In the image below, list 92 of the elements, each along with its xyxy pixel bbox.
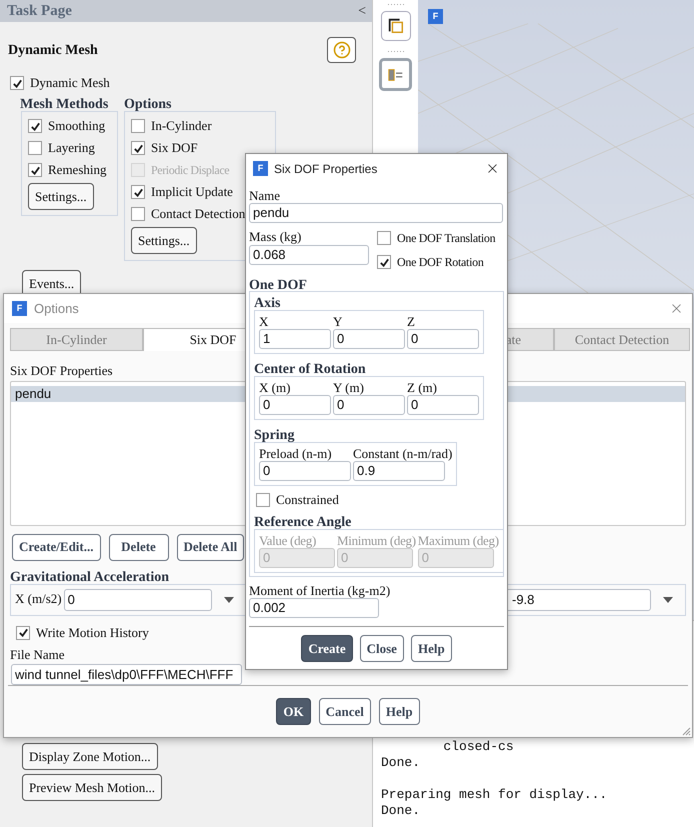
input-field[interactable]: 0 (64, 588, 212, 610)
checkbox[interactable] (28, 163, 42, 177)
dialog-title: Options (34, 300, 79, 318)
app-logo-icon: F (428, 9, 443, 24)
checkbox[interactable] (131, 141, 145, 155)
field-label: Six DOF Properties (10, 362, 113, 380)
section-title: One DOF (249, 277, 308, 291)
field-label: Moment of Inertia (kg-m2) (249, 582, 390, 598)
input-field[interactable]: 0 (333, 395, 405, 415)
panel-title: Task Page (7, 2, 72, 21)
app-logo-icon: F (12, 301, 27, 316)
checkbox-label: Periodic Displace (151, 162, 230, 179)
checkbox-label: Constrained (276, 491, 339, 510)
input-field[interactable]: pendu (249, 203, 503, 223)
checkbox[interactable] (131, 185, 145, 199)
section-title: Reference Angle (254, 514, 352, 529)
field-label: Mass (kg) (249, 228, 302, 245)
button[interactable]: Cancel (318, 698, 371, 725)
console-line: Done. (381, 755, 420, 771)
windows-icon (386, 17, 404, 35)
checkbox-label: Smoothing (48, 117, 106, 136)
button[interactable]: Close (360, 635, 404, 662)
button[interactable]: Help (410, 635, 452, 662)
checkbox-label: Six DOF (151, 139, 198, 158)
button[interactable]: Create/Edit... (12, 534, 100, 560)
input-field[interactable]: 1 (259, 329, 331, 349)
checkbox[interactable] (377, 255, 391, 269)
checkbox[interactable] (131, 119, 145, 133)
checkbox[interactable] (131, 207, 145, 221)
button[interactable]: OK (276, 698, 311, 725)
console-line: closed-cs (442, 739, 514, 755)
input-field[interactable]: 0.002 (249, 598, 379, 618)
checkbox-label: Remeshing (48, 161, 106, 180)
input-field[interactable]: 0.068 (249, 245, 369, 265)
checkbox[interactable] (28, 141, 42, 155)
field-label: Y (333, 313, 342, 329)
section-title: Mesh Methods (20, 96, 110, 111)
button[interactable]: Create (301, 635, 353, 662)
field-label: Preload (n-m) (259, 445, 332, 461)
checkbox[interactable] (256, 493, 270, 507)
section-title: Center of Rotation (254, 361, 367, 376)
console-line: Done. (381, 803, 420, 819)
dropdown-arrow-icon[interactable] (224, 596, 234, 602)
field-label: X (m/s2) (15, 590, 62, 608)
button[interactable]: Display Zone Motion... (22, 743, 158, 770)
field-label: Name (249, 187, 280, 203)
collapse-button[interactable]: < (358, 0, 366, 22)
input-field[interactable]: wind tunnel_files\dp0\FFF\MECH\FFF (11, 664, 242, 685)
field-label: Value (deg) (259, 532, 316, 548)
page-title: Dynamic Mesh (8, 42, 98, 60)
checkbox-label: One DOF Rotation (397, 254, 484, 271)
field-label: X (259, 313, 268, 329)
button[interactable]: Help (378, 698, 420, 725)
dialog-title: Six DOF Properties (274, 160, 378, 178)
button[interactable]: Delete (108, 534, 168, 560)
section-title: Spring (254, 427, 296, 442)
input-field[interactable]: 0 (259, 395, 331, 415)
help-button[interactable] (327, 37, 356, 63)
checkbox-label: Implicit Update (151, 183, 233, 202)
checkbox-label: Dynamic Mesh (30, 74, 110, 92)
checkbox-label: One DOF Translation (397, 230, 496, 247)
checkbox-label: Write Motion History (36, 624, 149, 642)
input-field[interactable]: 0 (407, 395, 479, 415)
button[interactable]: Delete All (176, 534, 244, 560)
field-label: File Name (10, 646, 65, 664)
input-field[interactable]: 0 (333, 329, 405, 349)
field-label: Constant (n-m/rad) (353, 445, 452, 461)
field-label: Z (407, 313, 415, 329)
toolbar-button[interactable] (380, 11, 410, 41)
field-label: Minimum (deg) (337, 532, 416, 548)
checkbox-label: In-Cylinder (151, 117, 212, 136)
button[interactable]: Settings... (28, 183, 94, 210)
button[interactable]: Preview Mesh Motion... (22, 774, 162, 801)
app-logo-icon: F (253, 161, 268, 176)
section-title: Options (124, 96, 172, 111)
console-line: Preparing mesh for display... (381, 787, 608, 803)
input-field[interactable]: 0 (259, 461, 351, 481)
help-icon (332, 41, 350, 59)
field-label: Maximum (deg) (418, 532, 499, 548)
dropdown-arrow-icon[interactable] (663, 596, 673, 602)
checkbox[interactable] (10, 76, 24, 90)
checkbox[interactable] (28, 119, 42, 133)
input-field[interactable]: 0 (407, 329, 479, 349)
section-title: Axis (254, 295, 282, 310)
checkbox-label: Layering (48, 139, 95, 158)
checkbox-label: Contact Detection (151, 205, 246, 224)
input-field[interactable]: 0.9 (353, 461, 445, 481)
checkbox[interactable] (16, 626, 30, 640)
checkbox[interactable] (377, 231, 391, 245)
section-title: Gravitational Acceleration (10, 568, 170, 584)
input-field[interactable]: -9.8 (505, 588, 651, 610)
button[interactable]: Settings... (131, 227, 197, 254)
